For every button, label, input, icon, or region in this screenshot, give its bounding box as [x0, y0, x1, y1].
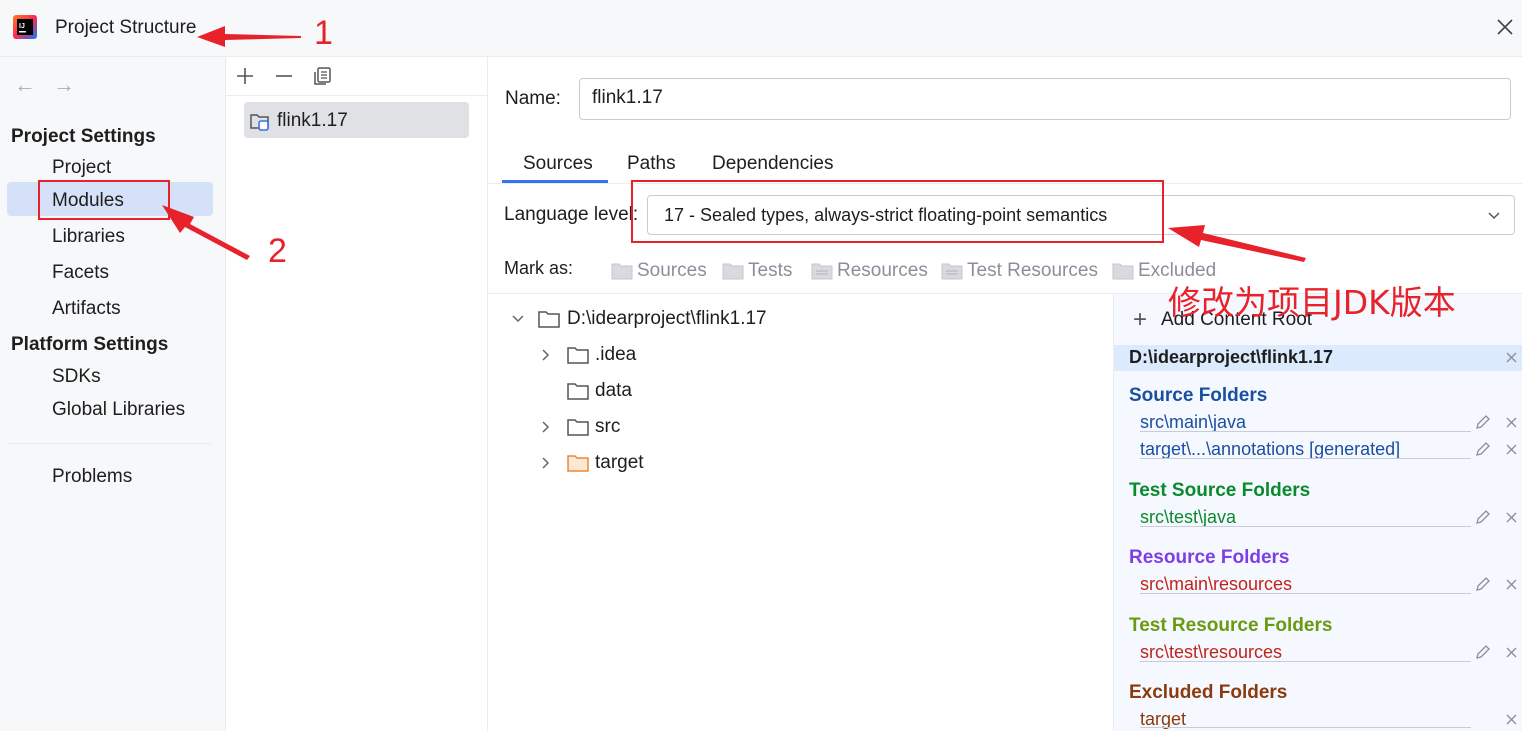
annotation-note: 修改为项目JDK版本: [1168, 283, 1456, 322]
project-settings-title: Project Settings: [11, 126, 156, 147]
tab-sources[interactable]: Sources: [523, 153, 593, 175]
pencil-icon[interactable]: [1474, 413, 1492, 431]
module-name-input[interactable]: flink1.17: [579, 78, 1511, 120]
module-folder-icon: [250, 114, 269, 131]
module-toolbar-divider: [226, 95, 488, 96]
mark-as-tests[interactable]: Tests: [748, 260, 792, 282]
sidebar: [0, 57, 226, 731]
sidebar-item-libraries[interactable]: Libraries: [52, 226, 125, 248]
chevron-right-icon[interactable]: [539, 348, 553, 362]
add-icon[interactable]: [234, 65, 256, 87]
chevron-down-icon[interactable]: [1486, 207, 1502, 223]
remove-icon[interactable]: [1505, 511, 1518, 524]
entry-underline: [1140, 661, 1471, 662]
folder-icon: [538, 311, 560, 328]
test-resource-folders-heading: Test Resource Folders: [1129, 615, 1333, 636]
tab-dependencies[interactable]: Dependencies: [712, 153, 833, 175]
entry-underline: [1140, 593, 1471, 594]
excluded-folders-heading: Excluded Folders: [1129, 682, 1288, 703]
mark-as-resources[interactable]: Resources: [837, 260, 928, 282]
platform-settings-title: Platform Settings: [11, 334, 169, 355]
annotation-arrow-1: [197, 26, 301, 47]
entry-underline: [1140, 727, 1471, 728]
resource-folders-heading: Resource Folders: [1129, 547, 1290, 568]
chevron-right-icon[interactable]: [539, 420, 553, 434]
remove-icon[interactable]: [273, 65, 295, 87]
entry-underline: [1140, 458, 1471, 459]
remove-icon[interactable]: [1505, 416, 1518, 429]
folder-icon: [567, 419, 589, 436]
excluded-folder-icon: [1112, 263, 1134, 280]
source-folder-entry: target\...\annotations [generated]: [1140, 439, 1401, 459]
annotation-arrow-2: [162, 205, 250, 260]
add-icon[interactable]: +: [1133, 308, 1147, 332]
sources-folder-icon: [611, 263, 633, 280]
tests-folder-icon: [722, 263, 744, 280]
annotation-arrow-3: [1168, 225, 1306, 262]
arrow-right-icon[interactable]: →: [53, 72, 75, 98]
remove-icon[interactable]: [1505, 578, 1518, 591]
name-label: Name:: [505, 88, 561, 109]
excluded-folder-icon: [567, 455, 589, 472]
content-root-path: D:\idearproject\flink1.17: [1129, 347, 1334, 367]
arrow-left-icon[interactable]: ←: [14, 72, 36, 98]
test-resources-folder-icon: [941, 263, 963, 280]
tree-item-idea[interactable]: .idea: [595, 344, 636, 366]
resource-folder-entry: src\main\resources: [1140, 574, 1293, 594]
sidebar-item-global-libraries[interactable]: Global Libraries: [52, 399, 185, 421]
tab-paths[interactable]: Paths: [627, 153, 676, 175]
window-title: Project Structure: [55, 17, 197, 38]
pencil-icon[interactable]: [1474, 575, 1492, 593]
tree-item-target[interactable]: target: [595, 452, 644, 474]
close-icon[interactable]: [1494, 16, 1516, 38]
source-folders-heading: Source Folders: [1129, 385, 1268, 406]
annotation-box-modules: [38, 180, 170, 220]
sidebar-divider: [8, 443, 212, 444]
mark-as-test-resources[interactable]: Test Resources: [967, 260, 1098, 282]
mark-as-label: Mark as:: [504, 258, 574, 278]
chevron-right-icon[interactable]: [539, 456, 553, 470]
sidebar-item-artifacts[interactable]: Artifacts: [52, 298, 121, 320]
language-level-label: Language level:: [504, 204, 639, 225]
module-list-item-label: flink1.17: [277, 110, 348, 131]
folder-icon: [567, 347, 589, 364]
test-source-folders-heading: Test Source Folders: [1129, 480, 1311, 501]
pencil-icon[interactable]: [1474, 440, 1492, 458]
sidebar-item-sdks[interactable]: SDKs: [52, 366, 101, 388]
entry-underline: [1140, 526, 1471, 527]
intellij-icon: IJ: [13, 15, 37, 39]
resources-folder-icon: [811, 263, 833, 280]
tree-item-src[interactable]: src: [595, 416, 620, 438]
test-source-folder-entry: src\test\java: [1140, 507, 1237, 527]
module-list-panel: [226, 57, 488, 731]
tree-root-label[interactable]: D:\idearproject\flink1.17: [567, 308, 767, 330]
pencil-icon[interactable]: [1474, 508, 1492, 526]
pencil-icon[interactable]: [1474, 643, 1492, 661]
sidebar-item-project[interactable]: Project: [52, 157, 111, 179]
annotation-step-1: 1: [314, 14, 333, 52]
sidebar-item-facets[interactable]: Facets: [52, 262, 109, 284]
remove-icon[interactable]: [1505, 646, 1518, 659]
active-tab-indicator: [502, 180, 608, 183]
chevron-down-icon[interactable]: [511, 312, 525, 326]
test-resource-folder-entry: src\test\resources: [1140, 642, 1283, 662]
sidebar-item-problems[interactable]: Problems: [52, 466, 132, 488]
remove-icon[interactable]: [1505, 443, 1518, 456]
annotation-step-2: 2: [268, 232, 287, 270]
folder-icon: [567, 383, 589, 400]
source-folder-entry: src\main\java: [1140, 412, 1247, 432]
remove-root-icon[interactable]: [1505, 351, 1518, 364]
svg-text:IJ: IJ: [19, 23, 25, 30]
mark-as-sources[interactable]: Sources: [637, 260, 707, 282]
copy-icon[interactable]: [312, 65, 334, 87]
remove-icon[interactable]: [1505, 713, 1518, 726]
annotation-box-language-level: [631, 180, 1164, 243]
tree-item-data[interactable]: data: [595, 380, 632, 402]
entry-underline: [1140, 431, 1471, 432]
